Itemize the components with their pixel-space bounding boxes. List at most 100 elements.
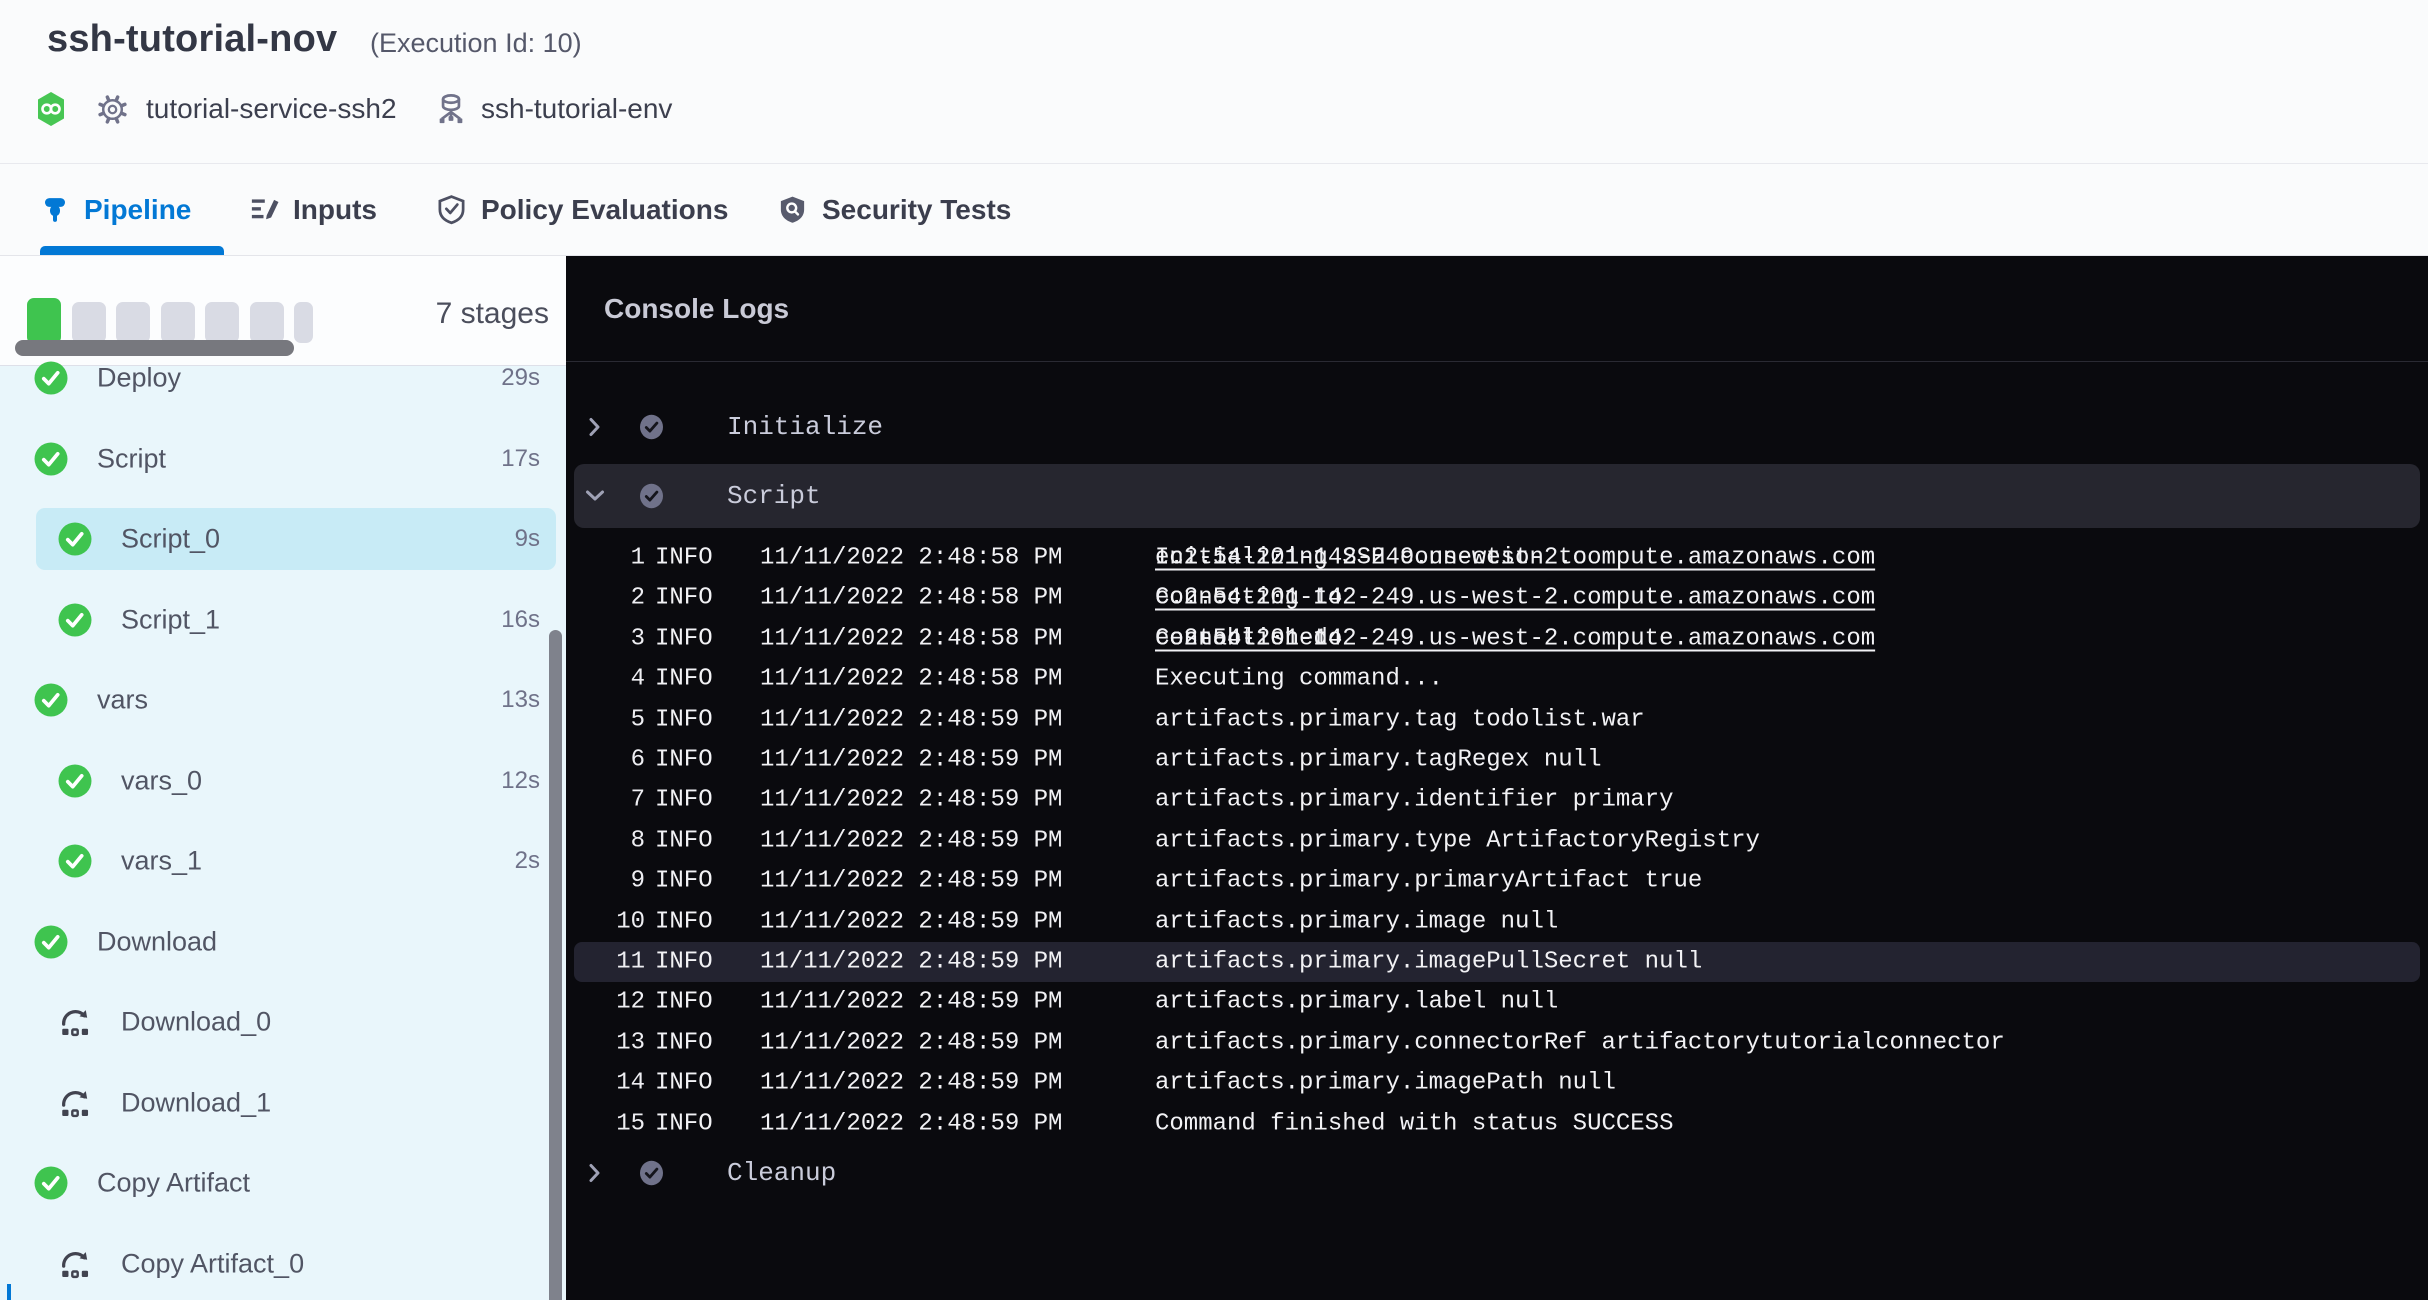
stage-duration: 29s: [501, 364, 540, 392]
stage-row-script_0[interactable]: Script_09s: [0, 508, 566, 570]
success-check-icon: [34, 442, 68, 476]
success-check-icon: [34, 361, 68, 395]
stage-success-icon: [58, 764, 92, 798]
log-level: INFO: [655, 1110, 713, 1137]
console-logs-panel: Console Logs Initialize Script1INFO11/11…: [566, 256, 2428, 1300]
console-logs-title: Console Logs: [604, 293, 789, 325]
tab-policy-evaluations[interactable]: Policy Evaluations: [436, 164, 728, 255]
log-line-number: 14: [580, 1070, 645, 1097]
log-timestamp: 11/11/2022 2:48:58 PM: [760, 666, 1062, 693]
log-section-name: Initialize: [727, 412, 883, 442]
log-line-2: 2INFO11/11/2022 2:48:58 PMConnecting to …: [566, 578, 2428, 618]
log-line-number: 13: [580, 1029, 645, 1056]
section-status-icon-wrap: [638, 414, 665, 441]
console-logs-header: Console Logs: [566, 256, 2428, 362]
tab-inputs[interactable]: Inputs: [248, 164, 377, 255]
log-line-number: 12: [580, 989, 645, 1016]
log-level: INFO: [655, 625, 713, 652]
log-message-prefix: Command finished with status SUCCESS: [1155, 1110, 1673, 1137]
stage-row-script[interactable]: Script17s: [0, 428, 566, 490]
inputs-icon: [248, 194, 279, 225]
policy-evaluations-icon: [436, 194, 467, 225]
log-section-cleanup[interactable]: Cleanup: [566, 1141, 2428, 1205]
active-tab-underline: [40, 246, 224, 255]
log-host-link[interactable]: ec2-54-201-142-249.us-west-2.compute.ama…: [1155, 545, 1875, 572]
success-check-icon: [58, 603, 92, 637]
stage-row-vars_0[interactable]: vars_012s: [0, 750, 566, 812]
pipeline-icon: [40, 195, 70, 225]
stage-row-copy-artifact_0[interactable]: Copy Artifact_0: [0, 1233, 566, 1295]
stage-row-vars[interactable]: vars13s: [0, 669, 566, 731]
log-message-prefix: artifacts.primary.type ArtifactoryRegist…: [1155, 827, 1760, 854]
section-status-icon-wrap: [638, 483, 665, 510]
log-message-prefix: artifacts.primary.tagRegex null: [1155, 747, 1601, 774]
stage-success-icon: [34, 683, 68, 717]
log-level: INFO: [655, 545, 713, 572]
stage-row-download[interactable]: Download: [0, 911, 566, 973]
success-check-icon: [34, 1166, 68, 1200]
log-message-prefix: Executing command...: [1155, 666, 1443, 693]
success-check-icon: [34, 925, 68, 959]
stage-progress-segment: [205, 302, 239, 343]
console-logs-body: Initialize Script1INFO11/11/2022 2:48:58…: [566, 362, 2428, 1300]
stage-label: vars: [97, 685, 148, 716]
stage-progress-segment: [161, 302, 195, 343]
stage-row-vars_1[interactable]: vars_12s: [0, 830, 566, 892]
log-message-prefix: artifacts.primary.primaryArtifact true: [1155, 868, 1702, 895]
service-name-link[interactable]: tutorial-service-ssh2: [146, 88, 397, 130]
stage-progress-segment: [294, 302, 313, 343]
step-command-icon: [58, 1005, 92, 1039]
stage-row-background: [36, 750, 556, 812]
chevron-right-icon-wrap[interactable]: [582, 1160, 608, 1186]
stage-success-icon: [34, 925, 68, 959]
tab-security-tests[interactable]: Security Tests: [777, 164, 1011, 255]
stage-row-deploy[interactable]: Deploy 29s: [0, 347, 566, 409]
stage-duration: 9s: [515, 525, 540, 553]
stage-row-script_1[interactable]: Script_116s: [0, 589, 566, 651]
log-line-number: 9: [580, 868, 645, 895]
log-line-number: 8: [580, 827, 645, 854]
log-line-number: 3: [580, 625, 645, 652]
log-timestamp: 11/11/2022 2:48:59 PM: [760, 908, 1062, 935]
service-status-badge: [36, 88, 66, 130]
stage-label: Download_1: [121, 1087, 271, 1118]
log-level: INFO: [655, 706, 713, 733]
stage-row-download_0[interactable]: Download_0: [0, 991, 566, 1053]
log-timestamp: 11/11/2022 2:48:59 PM: [760, 1110, 1062, 1137]
log-section-name: Script: [727, 481, 821, 511]
log-host-link[interactable]: ec2-54-201-142-249.us-west-2.compute.ama…: [1155, 585, 1875, 612]
stages-sidebar: 7 stages Deploy29s Script17s Script_09s …: [0, 256, 566, 1300]
stage-label: Copy Artifact: [97, 1168, 250, 1199]
log-line-number: 11: [580, 949, 645, 976]
success-check-icon: [58, 522, 92, 556]
log-line-number: 2: [580, 585, 645, 612]
execution-tabbar: Pipeline Inputs Policy Evaluations Secur…: [0, 164, 2428, 256]
stage-row-background: [36, 830, 556, 892]
stage-label: Deploy: [97, 363, 181, 394]
log-message-suffix: established: [1155, 625, 1328, 652]
stage-label: vars_0: [121, 765, 202, 796]
stage-row-background: [36, 991, 556, 1053]
stage-progress-segment: [250, 302, 284, 343]
environment-name-link[interactable]: ssh-tutorial-env: [481, 88, 672, 130]
log-section-background: [574, 464, 2420, 528]
log-section-script[interactable]: Script: [566, 464, 2428, 528]
log-line-10: 10INFO11/11/2022 2:48:59 PMartifacts.pri…: [566, 902, 2428, 942]
stage-row-copy-artifact[interactable]: Copy Artifact: [0, 1152, 566, 1214]
stage-label: Script: [97, 443, 166, 474]
stage-label: Download_0: [121, 1007, 271, 1038]
sidebar-vertical-scrollbar[interactable]: [549, 630, 562, 1300]
tab-pipeline[interactable]: Pipeline: [40, 164, 191, 255]
log-message-prefix: artifacts.primary.imagePath null: [1155, 1070, 1616, 1097]
log-line-6: 6INFO11/11/2022 2:48:59 PMartifacts.prim…: [566, 740, 2428, 780]
log-timestamp: 11/11/2022 2:48:58 PM: [760, 545, 1062, 572]
log-section-initialize[interactable]: Initialize: [566, 395, 2428, 459]
stage-success-icon: [58, 844, 92, 878]
log-message-prefix: artifacts.primary.identifier primary: [1155, 787, 1673, 814]
chevron-down-icon-wrap[interactable]: [582, 483, 608, 509]
log-level: INFO: [655, 949, 713, 976]
chevron-right-icon-wrap[interactable]: [582, 414, 608, 440]
stage-row-download_1[interactable]: Download_1: [0, 1072, 566, 1134]
environment-icon-wrap: [434, 88, 468, 130]
stage-label: Script_1: [121, 604, 220, 635]
